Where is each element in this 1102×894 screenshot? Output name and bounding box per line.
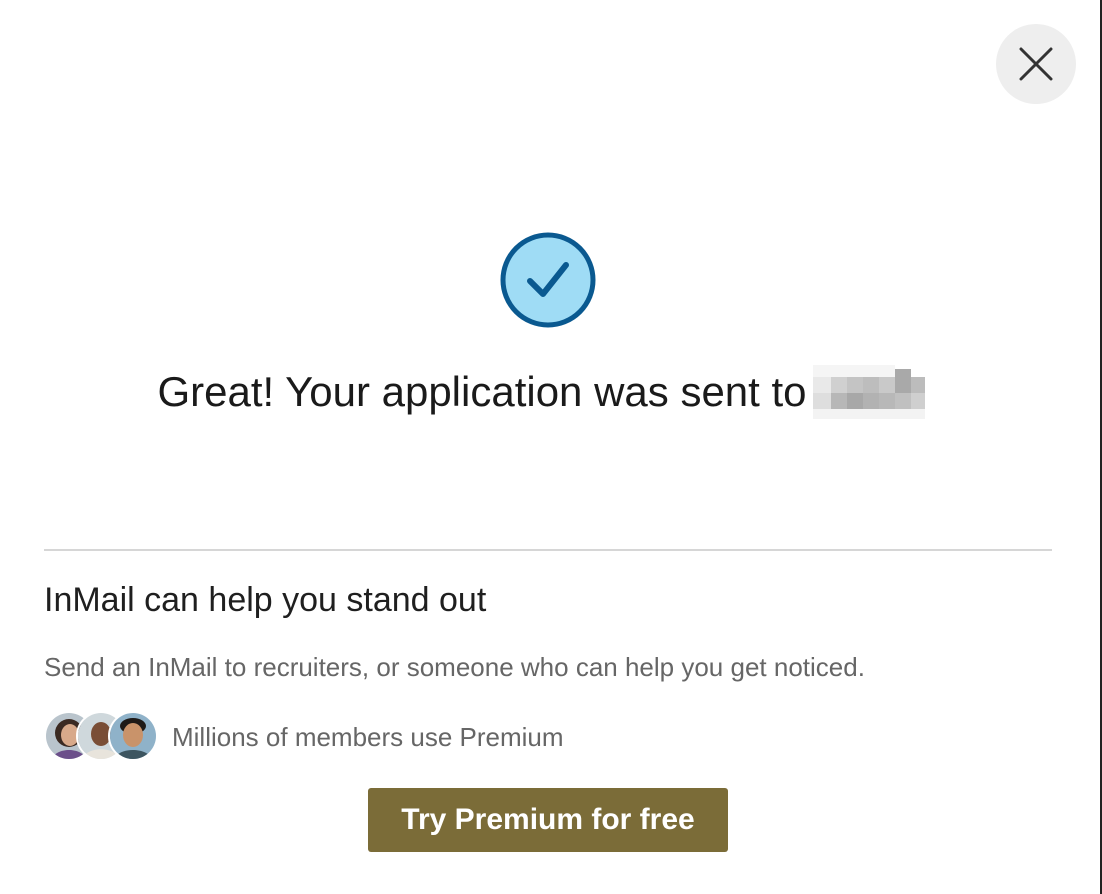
avatar (108, 711, 158, 761)
promo-description: Send an InMail to recruiters, or someone… (44, 652, 865, 682)
close-button[interactable] (996, 24, 1076, 104)
headline-text: Great! Your application was sent to (157, 368, 807, 415)
section-divider (44, 549, 1052, 551)
premium-members-row: Millions of members use Premium (44, 710, 564, 764)
promo-title: InMail can help you stand out (44, 581, 487, 619)
close-icon (1019, 47, 1053, 81)
application-sent-dialog: Great! Your application was sent to InMa… (0, 0, 1102, 894)
try-premium-button[interactable]: Try Premium for free (368, 788, 728, 852)
redacted-company-name (812, 360, 939, 425)
success-headline: Great! Your application was sent to (0, 360, 1096, 427)
member-avatars (44, 710, 164, 764)
success-checkmark-icon (499, 231, 597, 329)
members-text: Millions of members use Premium (172, 722, 564, 752)
